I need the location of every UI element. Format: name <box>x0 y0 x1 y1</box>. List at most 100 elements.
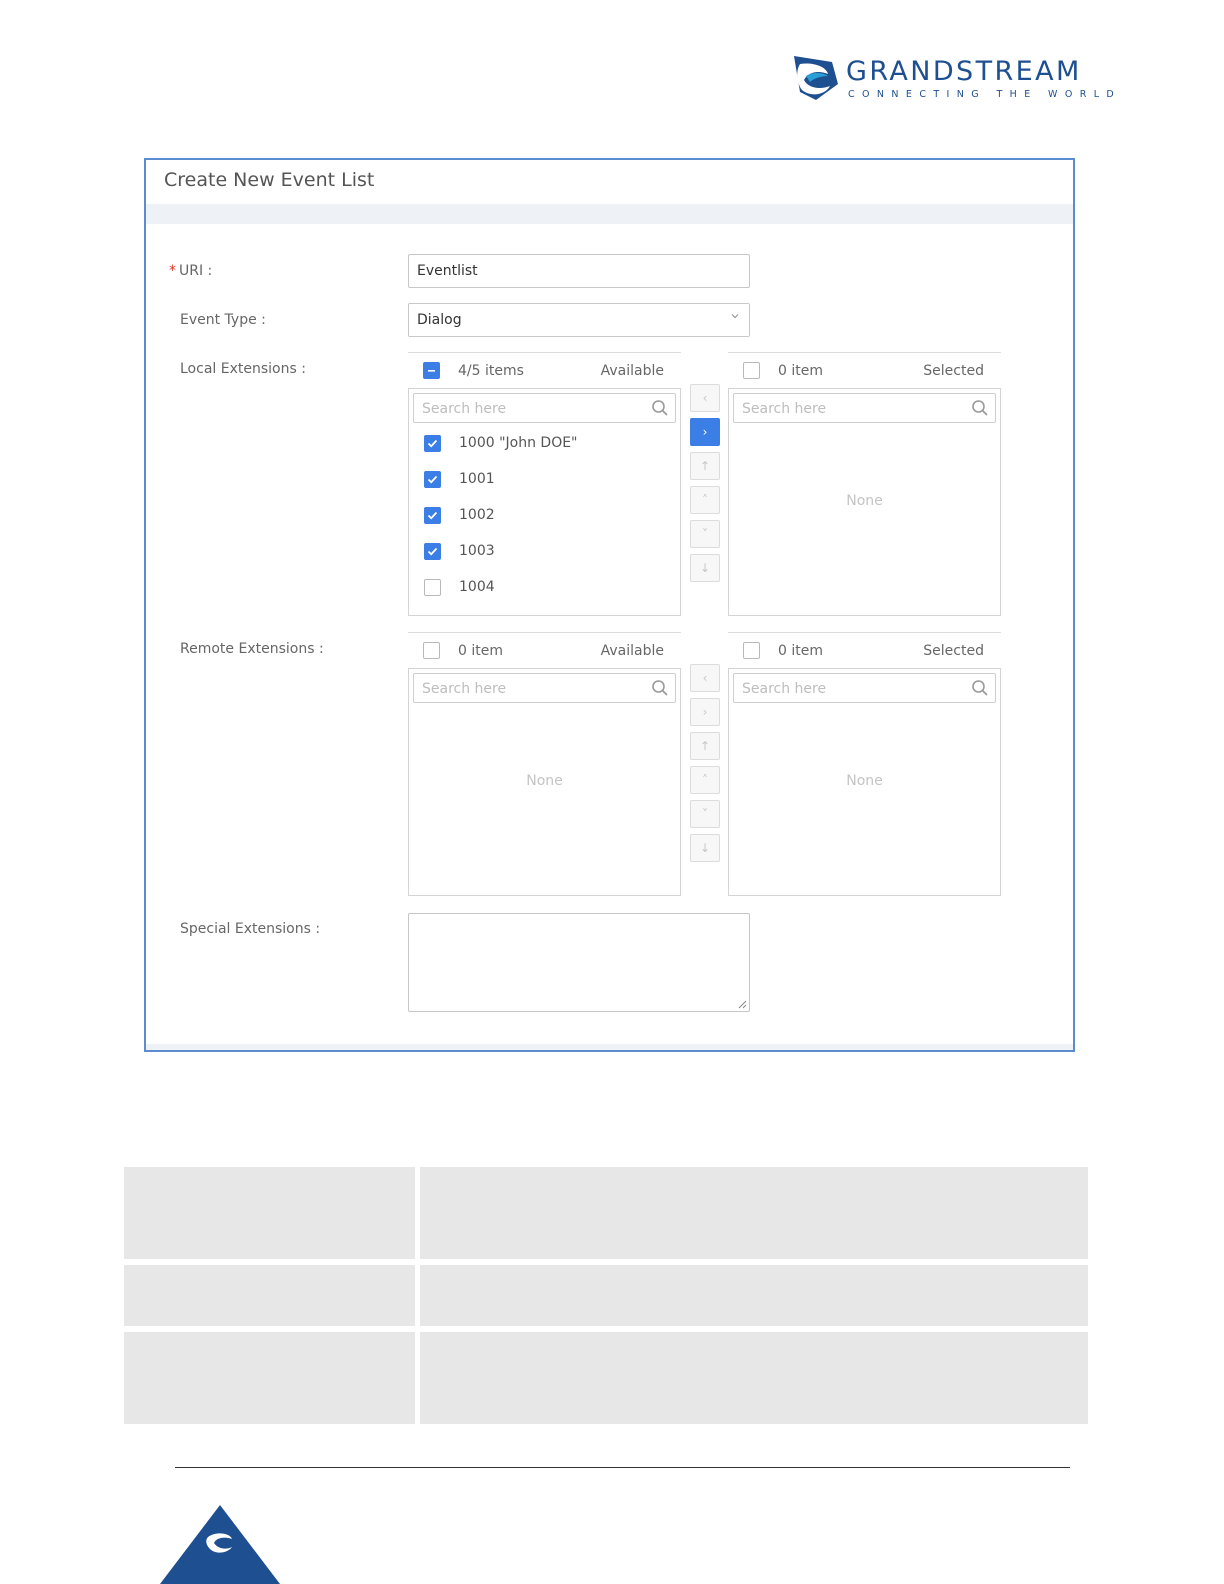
remote-available-title: Available <box>600 643 664 659</box>
select-all-checkbox[interactable] <box>423 642 440 659</box>
special-extensions-textarea[interactable] <box>408 913 750 1012</box>
check-icon <box>427 547 438 556</box>
remote-selected-body: Search here None <box>728 668 1001 896</box>
footer-divider <box>175 1467 1070 1468</box>
move-left-button[interactable]: ‹ <box>690 664 720 692</box>
local-available-list: 4/5 items Available Search here 1000 "Jo… <box>408 352 681 616</box>
select-all-checkbox[interactable] <box>743 642 760 659</box>
move-left-button[interactable]: ‹ <box>690 384 720 412</box>
local-selected-body: Search here None <box>728 388 1001 616</box>
search-icon <box>652 400 668 416</box>
uri-input[interactable]: Eventlist <box>408 254 750 288</box>
check-icon <box>427 439 438 448</box>
local-extensions-label: Local Extensions : <box>180 361 306 377</box>
local-available-title: Available <box>600 363 664 379</box>
local-available-header: 4/5 items Available <box>408 352 681 388</box>
local-available-count: 4/5 items <box>458 363 524 379</box>
local-selected-count: 0 item <box>778 363 823 379</box>
grandstream-logo-icon <box>794 56 838 100</box>
move-right-button[interactable]: › <box>690 418 720 446</box>
table-cell <box>420 1167 1088 1259</box>
list-item[interactable]: 1001 <box>409 465 680 495</box>
remote-selected-count: 0 item <box>778 643 823 659</box>
move-right-button[interactable]: › <box>690 698 720 726</box>
local-selected-search[interactable]: Search here <box>733 393 996 423</box>
required-mark: * <box>169 263 176 279</box>
empty-text: None <box>526 773 563 789</box>
dialog-title: Create New Event List <box>164 169 375 191</box>
select-all-checkbox[interactable] <box>743 362 760 379</box>
search-placeholder: Search here <box>422 401 507 417</box>
table-cell <box>124 1265 415 1326</box>
dialog-header-divider <box>146 204 1073 224</box>
remote-extensions-label: Remote Extensions : <box>180 641 324 657</box>
special-extensions-label: Special Extensions : <box>180 921 321 937</box>
item-label: 1003 <box>459 543 495 559</box>
move-up-button[interactable]: ˄ <box>690 766 720 794</box>
local-selected-header: 0 item Selected <box>728 352 1001 388</box>
item-checkbox[interactable] <box>424 579 441 596</box>
remote-selected-list: 0 item Selected Search here None <box>728 632 1001 896</box>
brand-tagline: CONNECTING THE WORLD <box>848 89 1122 100</box>
remote-available-search[interactable]: Search here <box>413 673 676 703</box>
remote-available-body: Search here None <box>408 668 681 896</box>
move-bottom-button[interactable]: ↓ <box>690 834 720 862</box>
move-up-button[interactable]: ˄ <box>690 486 720 514</box>
grandstream-footer-logo-icon <box>160 1505 280 1584</box>
item-label: 1001 <box>459 471 495 487</box>
brand-name: GRANDSTREAM <box>846 56 1082 87</box>
search-placeholder: Search here <box>742 681 827 697</box>
search-placeholder: Search here <box>422 681 507 697</box>
move-top-button[interactable]: ↑ <box>690 452 720 480</box>
list-item[interactable]: 1002 <box>409 501 680 531</box>
item-checkbox[interactable] <box>424 435 441 452</box>
empty-text: None <box>846 773 883 789</box>
move-down-button[interactable]: ˅ <box>690 520 720 548</box>
event-type-select[interactable]: Dialog <box>408 303 750 337</box>
list-item[interactable]: 1000 "John DOE" <box>409 429 680 459</box>
event-type-value: Dialog <box>417 312 462 328</box>
grandstream-logo: GRANDSTREAM CONNECTING THE WORLD <box>792 54 1122 106</box>
search-placeholder: Search here <box>742 401 827 417</box>
uri-label-text: URI : <box>179 263 213 279</box>
item-label: 1000 "John DOE" <box>459 435 578 451</box>
uri-label: * URI : <box>169 263 212 279</box>
local-available-body: Search here 1000 "John DOE" 1001 1002 10… <box>408 388 681 616</box>
remote-available-header: 0 item Available <box>408 632 681 668</box>
check-icon <box>427 511 438 520</box>
search-icon <box>972 400 988 416</box>
check-icon <box>427 475 438 484</box>
event-type-label: Event Type : <box>180 312 266 328</box>
item-label: 1004 <box>459 579 495 595</box>
resize-handle-icon[interactable] <box>737 999 747 1009</box>
chevron-down-icon <box>731 314 739 319</box>
move-bottom-button[interactable]: ↓ <box>690 554 720 582</box>
item-checkbox[interactable] <box>424 507 441 524</box>
table-cell <box>420 1332 1088 1424</box>
create-event-list-dialog: Create New Event List * URI : Eventlist E… <box>144 158 1075 1052</box>
local-available-search[interactable]: Search here <box>413 393 676 423</box>
table-cell <box>124 1167 415 1259</box>
table-cell <box>124 1332 415 1424</box>
move-down-button[interactable]: ˅ <box>690 800 720 828</box>
table-cell <box>420 1265 1088 1326</box>
item-checkbox[interactable] <box>424 543 441 560</box>
remote-selected-header: 0 item Selected <box>728 632 1001 668</box>
list-item[interactable]: 1004 <box>409 573 680 603</box>
dialog-footer-divider <box>146 1044 1073 1050</box>
search-icon <box>652 680 668 696</box>
select-all-checkbox[interactable] <box>423 362 440 379</box>
list-item[interactable]: 1003 <box>409 537 680 567</box>
remote-selected-title: Selected <box>923 643 984 659</box>
remote-selected-search[interactable]: Search here <box>733 673 996 703</box>
move-top-button[interactable]: ↑ <box>690 732 720 760</box>
empty-text: None <box>846 493 883 509</box>
item-checkbox[interactable] <box>424 471 441 488</box>
remote-available-count: 0 item <box>458 643 503 659</box>
local-selected-list: 0 item Selected Search here None <box>728 352 1001 616</box>
indeterminate-icon <box>428 370 435 372</box>
local-selected-title: Selected <box>923 363 984 379</box>
uri-input-value: Eventlist <box>417 263 478 279</box>
item-label: 1002 <box>459 507 495 523</box>
remote-available-list: 0 item Available Search here None <box>408 632 681 896</box>
